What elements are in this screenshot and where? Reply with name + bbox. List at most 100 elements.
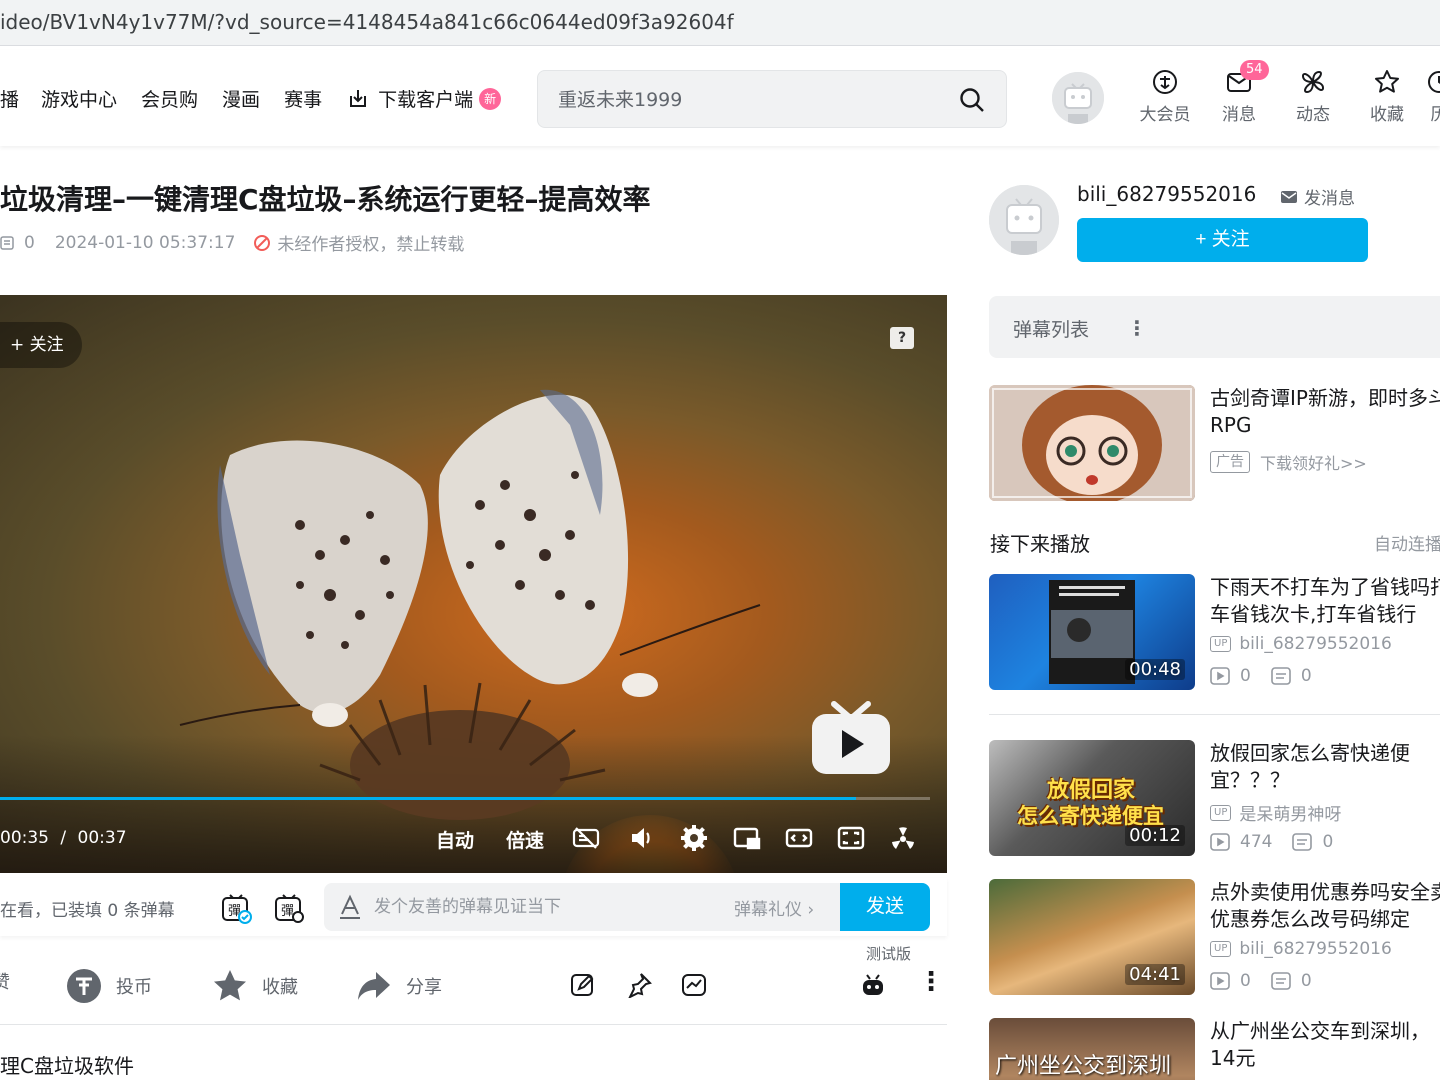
uploader-avatar[interactable] <box>989 185 1059 255</box>
recommendation-thumbnail[interactable]: 04:41 <box>989 879 1195 995</box>
ad-thumbnail[interactable] <box>989 385 1195 501</box>
search-icon[interactable] <box>958 86 986 114</box>
url-text[interactable]: ideo/BV1vN4y1v77M/?vd_source=4148454a841… <box>0 10 734 34</box>
video-description: 理C盘垃圾软件 <box>0 1054 134 1078</box>
fullscreen-icon[interactable] <box>837 824 865 852</box>
header-messages[interactable]: 54 消息 <box>1202 60 1276 125</box>
favorite-button[interactable]: 收藏 <box>212 968 298 1004</box>
uploader-name[interactable]: bili_68279552016 <box>1077 182 1256 206</box>
copyright-notice: 未经作者授权，禁止转载 <box>253 230 464 255</box>
bilibili-tv-logo[interactable] <box>810 700 892 782</box>
share-button[interactable]: 分享 <box>356 968 442 1004</box>
danmaku-send-button[interactable]: 发送 <box>840 883 930 931</box>
danmaku-list-more-icon[interactable]: ⋮ <box>1127 316 1147 340</box>
recommendation-title[interactable]: 点外卖使用优惠券吗安全卖优惠券怎么改号码绑定 <box>1210 879 1440 933</box>
danmaku-settings-icon[interactable]: 彈 <box>273 892 305 924</box>
like-button[interactable]: 赞 <box>0 968 10 994</box>
browser-url-bar[interactable]: ideo/BV1vN4y1v77M/?vd_source=4148454a841… <box>0 0 1440 46</box>
danmaku-toggle-icon[interactable]: 彈 <box>220 892 252 924</box>
robot-assistant-icon[interactable] <box>860 972 886 998</box>
nav-item-comics[interactable]: 漫画 <box>222 85 260 112</box>
pip-icon[interactable] <box>733 824 761 852</box>
recommendation-author[interactable]: UP 是呆萌男神呀 <box>1210 800 1341 825</box>
radiation-icon[interactable] <box>889 824 917 852</box>
video-player[interactable] <box>0 295 947 873</box>
copyright-text: 未经作者授权，禁止转载 <box>277 235 465 255</box>
user-avatar[interactable] <box>1052 72 1104 124</box>
player-follow-button[interactable]: + 关注 <box>0 322 82 368</box>
danmaku-count-icon <box>1292 833 1313 851</box>
more-options-icon[interactable]: ⋮ <box>918 969 944 998</box>
volume-icon[interactable] <box>628 824 656 852</box>
nav-item-member-shop[interactable]: 会员购 <box>141 85 198 112</box>
danmaku-list-panel[interactable]: 弹幕列表 ⋮ <box>989 296 1440 358</box>
follow-uploader-button[interactable]: + 关注 <box>1077 218 1368 262</box>
ad-title[interactable]: 古剑奇谭IP新游，即时多斗RPG <box>1210 385 1440 439</box>
history-label: 历 <box>1430 105 1440 125</box>
total-time: 00:37 <box>77 828 127 848</box>
search-input[interactable] <box>558 85 938 115</box>
nav-item-game-center[interactable]: 游戏中心 <box>41 85 117 112</box>
duration-label: 00:12 <box>1125 825 1185 846</box>
recommendation-author[interactable]: UP bili_68279552016 <box>1210 634 1392 654</box>
play-count-icon <box>1210 667 1230 685</box>
site-header: 播 游戏中心 会员购 漫画 赛事 下载客户端 新 大会员 54 <box>0 50 1440 146</box>
nav-item-download-client[interactable]: 下载客户端 新 <box>346 85 502 112</box>
player-help-button[interactable]: ? <box>890 327 914 349</box>
messages-label: 消息 <box>1222 105 1256 125</box>
plus-icon: + <box>10 335 30 355</box>
download-icon <box>350 89 367 107</box>
header-dynamics[interactable]: 动态 <box>1276 68 1350 125</box>
video-progress-bar[interactable] <box>0 797 930 800</box>
ad-download-link[interactable]: 下载领好礼>> <box>1260 450 1367 474</box>
header-favorites[interactable]: 收藏 <box>1350 68 1424 125</box>
text-style-icon[interactable] <box>338 894 362 920</box>
header-history[interactable]: 历 <box>1424 68 1440 125</box>
playback-speed-button[interactable]: 倍速 <box>506 826 544 853</box>
danmaku-input[interactable] <box>374 893 714 921</box>
recommendation-stats: 0 0 <box>1210 971 1312 991</box>
widescreen-icon[interactable] <box>785 824 813 852</box>
recommendation-thumbnail[interactable]: 放假回家 怎么寄快递便宜 00:12 <box>989 740 1195 856</box>
subtitle-off-icon[interactable] <box>572 824 600 852</box>
new-badge: 新 <box>479 87 502 110</box>
author-name: bili_68279552016 <box>1239 939 1392 959</box>
nav-item-esports[interactable]: 赛事 <box>284 85 322 112</box>
pin-icon[interactable] <box>626 972 652 998</box>
duration-label: 00:48 <box>1125 659 1185 680</box>
publish-date: 2024-01-10 05:37:17 <box>54 232 236 253</box>
stats-chart-icon[interactable] <box>681 972 707 998</box>
send-message-link[interactable]: 发消息 <box>1280 184 1355 209</box>
header-actions: 大会员 54 消息 动态 收藏 历 <box>1128 60 1440 125</box>
recommendation-thumbnail[interactable]: 00:48 <box>989 574 1195 690</box>
up-badge-icon: UP <box>1210 636 1232 652</box>
video-title: 垃圾清理–一键清理C盘垃圾–系统运行更轻–提高效率 <box>0 183 651 216</box>
danmaku-count: 0 <box>1300 666 1312 686</box>
favorite-label: 收藏 <box>262 977 298 998</box>
danmaku-etiquette-link[interactable]: 弹幕礼仪 › <box>734 895 814 920</box>
recommendation-title[interactable]: 放假回家怎么寄快递便宜？？？ <box>1210 740 1440 794</box>
ad-meta: 广告 下载领好礼>> <box>1210 450 1367 474</box>
recommendation-author[interactable]: UP bili_68279552016 <box>1210 939 1392 959</box>
nav-item-live[interactable]: 播 <box>0 85 19 112</box>
quality-auto-button[interactable]: 自动 <box>436 826 474 853</box>
settings-gear-icon[interactable] <box>680 824 708 852</box>
ad-badge: 广告 <box>1210 451 1250 473</box>
autoplay-toggle[interactable]: 自动连播 <box>1374 530 1440 555</box>
recommendation-item[interactable]: 00:48 下雨天不打车为了省钱吗打车省钱次卡,打车省钱行 UP bili_68… <box>989 574 1440 690</box>
play-tv-icon <box>812 701 890 774</box>
recommendation-item[interactable]: 04:41 点外卖使用优惠券吗安全卖优惠券怎么改号码绑定 UP bili_682… <box>989 879 1440 995</box>
recommendation-title[interactable]: 从广州坐公交车到深圳，14元 <box>1210 1018 1440 1072</box>
recommendation-title[interactable]: 下雨天不打车为了省钱吗打车省钱次卡,打车省钱行 <box>1210 574 1440 628</box>
tv-avatar-icon <box>989 185 1059 255</box>
coin-button[interactable]: 投币 <box>66 968 152 1004</box>
recommendation-item[interactable]: 广州坐公交到深圳 从广州坐公交车到深圳，14元 <box>989 1018 1440 1080</box>
recommendation-item[interactable]: 放假回家 怎么寄快递便宜 00:12 放假回家怎么寄快递便宜？？？ UP 是呆萌… <box>989 740 1440 856</box>
header-vip[interactable]: 大会员 <box>1128 68 1202 125</box>
vip-label: 大会员 <box>1139 105 1191 125</box>
recommendation-thumbnail[interactable]: 广州坐公交到深圳 <box>989 1018 1195 1080</box>
star-icon <box>1375 70 1399 93</box>
note-edit-icon[interactable] <box>570 972 596 998</box>
favorite-star-icon <box>214 970 246 1001</box>
play-count: 474 <box>1240 832 1273 852</box>
